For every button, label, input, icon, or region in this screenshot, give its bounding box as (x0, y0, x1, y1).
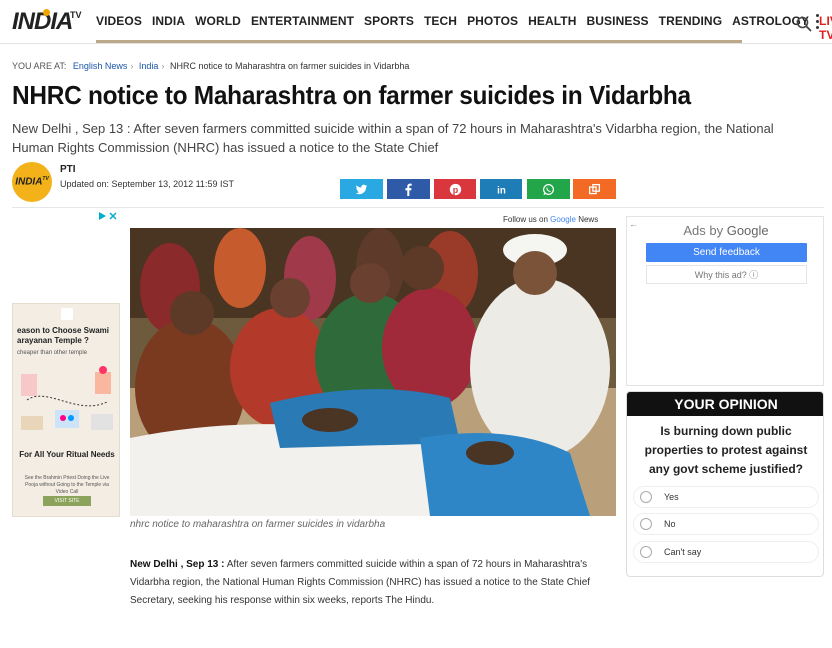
share-twitter-button[interactable] (340, 179, 383, 199)
breadcrumb-separator: › (161, 61, 165, 71)
send-feedback-button[interactable]: Send feedback (646, 243, 807, 262)
hero-image (130, 228, 616, 516)
indiatv-logo[interactable]: INDIA TV (12, 8, 88, 38)
ad-brand-icon (61, 308, 73, 320)
ad-subheadline: cheaper than other temple (17, 350, 88, 356)
facebook-icon (405, 183, 412, 196)
hero-caption: nhrc notice to maharashtra on farmer sui… (130, 519, 386, 530)
share-pinterest-button[interactable]: p (434, 179, 476, 199)
nav-divider (96, 40, 742, 43)
share-linkedin-button[interactable]: in (480, 179, 522, 199)
poll-option-label: Can't say (664, 547, 702, 557)
poll-header: YOUR OPINION (627, 392, 823, 416)
breadcrumb-label: YOU ARE AT: (12, 61, 67, 71)
logo-tv: TV (70, 10, 82, 20)
breadcrumb: YOU ARE AT: English News › India › NHRC no… (12, 61, 409, 71)
byline-divider (12, 207, 824, 208)
ad-illustration (21, 366, 113, 430)
svg-text:in: in (497, 185, 506, 195)
ad-cta-subtext: See the Brahmin Priest Doing the Live Po… (24, 475, 110, 495)
logo-dot (43, 9, 50, 16)
nav-entertainment[interactable]: ENTERTAINMENT (251, 14, 354, 42)
article-summary: New Delhi , Sep 13 : After seven farmers… (12, 121, 774, 155)
nav-tech[interactable]: TECH (424, 14, 457, 42)
twitter-icon (355, 184, 368, 194)
ads-by-label: Ads by (683, 223, 724, 238)
share-facebook-button[interactable] (387, 179, 430, 199)
follow-prefix: Follow us on (503, 215, 548, 224)
google-ad-slot: ← Ads by Google Send feedback Why this a… (626, 216, 824, 386)
why-this-ad-button[interactable]: Why this ad? ⓘ (646, 265, 807, 284)
poll-option-yes[interactable]: Yes (633, 486, 819, 508)
radio-icon[interactable] (640, 546, 652, 558)
linkedin-icon: in (497, 185, 506, 195)
ad-visit-site-button[interactable]: VISIT SITE (43, 496, 91, 506)
updated-timestamp: Updated on: September 13, 2012 11:59 IST (60, 179, 234, 189)
dateline: New Delhi , Sep 13 : (130, 559, 225, 570)
article-title: NHRC notice to Maharashtra on farmer sui… (12, 80, 691, 110)
nav-videos[interactable]: VIDEOS (96, 14, 142, 42)
nav-live-tv[interactable]: LIVE TV (819, 14, 832, 42)
poll-question: Is burning down public properties to pro… (644, 424, 808, 476)
nav-trending[interactable]: TRENDING (659, 14, 722, 42)
nav-business[interactable]: BUSINESS (587, 14, 649, 42)
nav-photos[interactable]: PHOTOS (467, 14, 518, 42)
follow-news: News (578, 215, 599, 224)
poll-option-no[interactable]: No (633, 513, 819, 535)
nav-health[interactable]: HEALTH (528, 14, 576, 42)
poll-option-cant-say[interactable]: Can't say (633, 541, 819, 563)
svg-text:p: p (452, 184, 458, 194)
whatsapp-icon (543, 183, 554, 195)
google-wordmark: Google (550, 215, 576, 224)
opinion-poll: YOUR OPINION Is burning down public prop… (626, 391, 824, 577)
nav-world[interactable]: WORLD (195, 14, 241, 42)
left-sidebar-ad[interactable]: eason to Choose Swami arayanan Temple ? … (12, 303, 120, 517)
radio-icon[interactable] (640, 491, 652, 503)
site-header: INDIA TV VIDEOS INDIA WORLD ENTERTAINMEN… (0, 0, 832, 44)
poll-option-label: No (664, 519, 676, 529)
breadcrumb-separator: › (130, 61, 134, 71)
search-icon[interactable] (796, 16, 812, 32)
poll-option-label: Yes (664, 492, 679, 502)
follow-google-news[interactable]: Follow us on Google News (503, 215, 598, 224)
nav-sports[interactable]: SPORTS (364, 14, 414, 42)
adchoices-icon[interactable] (98, 211, 118, 221)
ad-headline: eason to Choose Swami arayanan Temple ? (17, 326, 110, 345)
main-nav: VIDEOS INDIA WORLD ENTERTAINMENT SPORTS … (96, 14, 832, 42)
share-whatsapp-button[interactable] (527, 179, 570, 199)
google-label: Google (726, 223, 769, 238)
author-avatar: INDIATV (12, 162, 52, 202)
ad-cta-heading: For All Your Ritual Needs (19, 450, 115, 459)
share-copy-button[interactable] (573, 179, 616, 199)
pinterest-icon: p (449, 183, 461, 195)
radio-icon[interactable] (640, 518, 652, 530)
author-name[interactable]: PTI (60, 164, 76, 175)
breadcrumb-current: NHRC notice to Maharashtra on farmer sui… (169, 61, 410, 71)
ads-by-google: Ads by Google (627, 223, 825, 238)
nav-india[interactable]: INDIA (152, 14, 185, 42)
more-menu-icon[interactable] (816, 14, 820, 30)
breadcrumb-english-news[interactable]: English News (73, 61, 128, 71)
article-body: New Delhi , Sep 13 : After seven farmers… (130, 556, 618, 610)
breadcrumb-india[interactable]: India (139, 61, 159, 71)
copy-icon (588, 183, 601, 194)
